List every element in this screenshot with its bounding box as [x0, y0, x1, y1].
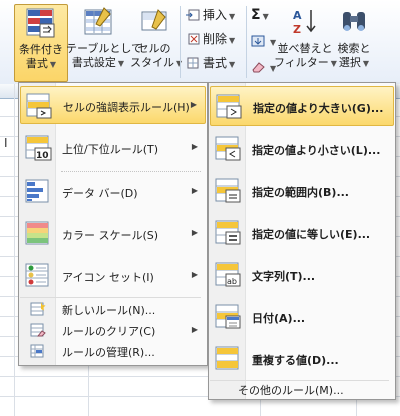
delete-button[interactable]: 削除 ▼: [186, 30, 235, 48]
menu-item-new-rule[interactable]: 新しいルール(N)...: [20, 299, 206, 319]
menu-item-label: ルールのクリア(C): [62, 325, 156, 338]
text-cursor-indicator: I: [4, 136, 8, 150]
sort-filter-label-2: フィルター ▼: [274, 56, 337, 69]
menu-item-label: 文字列(T)...: [252, 270, 316, 283]
menu-item-label: 上位/下位ルール(T): [62, 143, 159, 156]
menu-item-date-occurring[interactable]: 日付(A)...: [210, 297, 394, 337]
submenu-arrow-icon: ▶: [191, 325, 198, 334]
data-bars-icon: [24, 177, 52, 205]
menu-item-label: 指定の値に等しい(E)...: [252, 228, 371, 241]
svg-text:Z: Z: [293, 23, 301, 36]
format-as-table-button[interactable]: テーブルとして 書式設定 ▼: [66, 4, 143, 80]
dropdown-arrow-icon: ▼: [49, 60, 57, 69]
menu-item-label: セルの強調表示ルール(H): [63, 101, 190, 114]
menu-item-label: 重複する値(D)...: [252, 354, 339, 367]
format-as-table-label-1: テーブルとして: [66, 42, 143, 55]
find-select-label-1: 検索と: [337, 42, 371, 55]
highlight-rules-icon: [25, 91, 53, 119]
svg-text:ab: ab: [227, 277, 237, 286]
menu-separator: [20, 297, 201, 298]
eraser-icon: [251, 60, 265, 73]
insert-cells-icon: [186, 8, 200, 21]
ribbon-group-divider: [246, 6, 247, 78]
between-icon: [214, 176, 242, 204]
menu-item-label: アイコン セット(I): [62, 271, 154, 284]
submenu-arrow-icon: ▶: [191, 228, 198, 237]
format-as-table-icon: [82, 6, 114, 38]
submenu-arrow-icon: ▶: [191, 142, 198, 151]
menu-item-top-bottom-rules[interactable]: 10 上位/下位ルール(T) ▶: [20, 129, 206, 167]
top-bottom-rules-icon: 10: [24, 133, 52, 161]
binoculars-icon: [338, 6, 370, 38]
sort-filter-button[interactable]: A Z 並べ替えと フィルター ▼: [274, 4, 337, 80]
clear-rules-icon: [30, 322, 46, 338]
menu-item-equal-to[interactable]: 指定の値に等しい(E)...: [210, 213, 394, 253]
format-cells-icon: [186, 56, 200, 69]
equal-to-icon: [214, 218, 242, 246]
sort-filter-icon: A Z: [289, 6, 321, 38]
submenu-arrow-icon: ▶: [191, 186, 198, 195]
less-than-icon: [214, 134, 242, 162]
menu-item-data-bars[interactable]: データ バー(D) ▶: [20, 173, 206, 211]
insert-button[interactable]: 挿入 ▼: [186, 6, 235, 24]
svg-text:A: A: [293, 9, 302, 22]
cell-styles-button[interactable]: セルの スタイル▼: [130, 4, 182, 80]
menu-item-clear-rules[interactable]: ルールのクリア(C) ▶: [20, 320, 206, 340]
svg-text:10: 10: [36, 151, 49, 161]
new-rule-icon: [30, 301, 46, 317]
cell-styles-label-2: スタイル▼: [130, 56, 182, 71]
format-button[interactable]: 書式 ▼: [186, 54, 235, 72]
menu-item-between[interactable]: 指定の範囲内(B)...: [210, 171, 394, 211]
menu-item-less-than[interactable]: 指定の値より小さい(L)...: [210, 129, 394, 169]
menu-item-label: その他のルール(M)...: [238, 384, 344, 397]
menu-item-icon-sets[interactable]: アイコン セット(I) ▶: [20, 257, 206, 295]
conditional-formatting-label-1: 条件付き: [19, 43, 63, 56]
menu-item-duplicate-values[interactable]: 重複する値(D)...: [210, 339, 394, 379]
find-select-label-2: 選択 ▼: [338, 56, 370, 69]
menu-item-label: 日付(A)...: [252, 312, 306, 325]
menu-item-label: 指定の範囲内(B)...: [252, 186, 349, 199]
delete-cells-icon: [186, 32, 200, 45]
menu-item-label: ルールの管理(R)...: [62, 346, 155, 359]
menu-item-label: 新しいルール(N)...: [62, 304, 156, 317]
menu-item-label: 指定の値より大きい(G)...: [253, 102, 384, 115]
color-scales-icon: [24, 219, 52, 247]
duplicate-values-icon: [214, 344, 242, 372]
conditional-formatting-menu: セルの強調表示ルール(H) ▶ 10 上位/下位ルール(T) ▶ データ バー(…: [18, 82, 208, 366]
text-contains-icon: ab: [214, 260, 242, 288]
icon-sets-icon: [24, 261, 52, 289]
manage-rules-icon: [30, 343, 46, 359]
menu-item-manage-rules[interactable]: ルールの管理(R)...: [20, 341, 206, 361]
menu-item-greater-than[interactable]: 指定の値より大きい(G)...: [210, 86, 394, 126]
menu-separator: [61, 171, 201, 172]
ribbon-group-divider: [180, 6, 181, 78]
fill-down-icon: [251, 34, 265, 47]
dropdown-arrow-icon: ▼: [117, 59, 125, 68]
menu-item-label: 指定の値より小さい(L)...: [252, 144, 381, 157]
format-as-table-label-2: 書式設定 ▼: [71, 56, 125, 69]
menu-item-color-scales[interactable]: カラー スケール(S) ▶: [20, 215, 206, 253]
menu-item-more-rules[interactable]: その他のルール(M)...: [210, 381, 394, 397]
submenu-arrow-icon: ▶: [191, 270, 198, 279]
menu-item-label: データ バー(D): [62, 187, 138, 200]
menu-item-highlight-cells-rules[interactable]: セルの強調表示ルール(H) ▶: [20, 86, 206, 124]
menu-item-label: カラー スケール(S): [62, 229, 159, 242]
submenu-arrow-icon: ▶: [190, 100, 197, 109]
conditional-formatting-button[interactable]: 条件付き 書式 ▼: [14, 4, 68, 82]
sort-filter-label-1: 並べ替えと: [277, 42, 333, 55]
date-occurring-icon: [214, 302, 242, 330]
clear-button[interactable]: ▼: [251, 58, 276, 76]
cell-styles-label-1: セルの: [137, 42, 171, 55]
conditional-formatting-icon: [25, 7, 57, 39]
autosum-button[interactable]: Σ ▼: [251, 6, 269, 24]
menu-item-text-contains[interactable]: ab 文字列(T)...: [210, 255, 394, 295]
fill-button[interactable]: ▼: [251, 32, 276, 50]
conditional-formatting-label-2: 書式 ▼: [25, 57, 57, 70]
ribbon: 条件付き 書式▼ テーブルとして 書式設定▼ セルの スタイル▼: [0, 0, 400, 85]
greater-than-icon: [215, 92, 243, 120]
highlight-rules-submenu: 指定の値より大きい(G)... 指定の値より小さい(L)... 指定の範囲内(B…: [208, 82, 396, 400]
cell-styles-icon: [138, 6, 170, 38]
sigma-icon: Σ: [251, 7, 261, 23]
find-select-button[interactable]: 検索と 選択 ▼: [334, 4, 374, 80]
